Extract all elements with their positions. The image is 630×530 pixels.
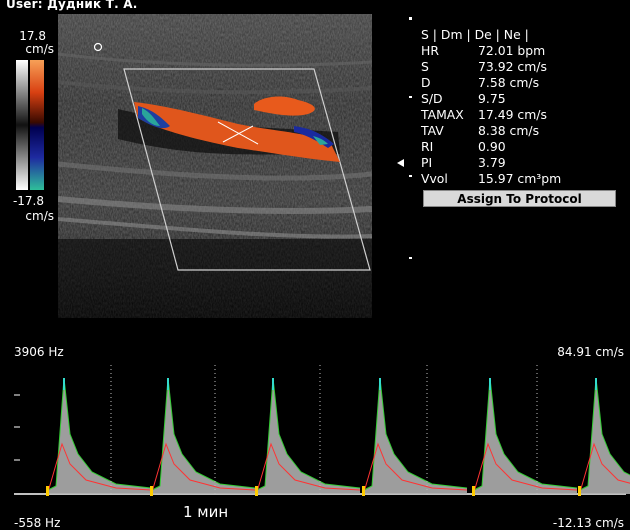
color-scale-bottom: -17.8 xyxy=(12,194,44,208)
pointer-icon xyxy=(397,159,404,167)
measurement-panel: S | Dm | De | Ne | HR 72.01 bpm S 73.92 cm… xyxy=(421,27,626,187)
spectrum-texture xyxy=(580,378,630,494)
meas-row: PI 3.79 xyxy=(421,155,506,170)
velocity-top-label: 84.91 cm/s xyxy=(557,345,624,359)
spectrum-texture xyxy=(474,378,577,494)
color-scale-top: 17.8 xyxy=(19,29,46,43)
prf-top-label: 3906 Hz xyxy=(14,345,64,359)
user-label: User: Дудник Т. А. xyxy=(6,0,138,11)
diastole-marker xyxy=(472,486,475,496)
bmode-image[interactable] xyxy=(58,14,372,318)
meas-row: RI 0.90 xyxy=(421,139,506,154)
diastole-marker xyxy=(255,486,258,496)
diastole-marker xyxy=(150,486,153,496)
meas-row: HR 72.01 bpm xyxy=(421,43,546,58)
color-scale-bottom-unit: cm/s xyxy=(25,209,54,223)
color-map-bar xyxy=(16,60,44,190)
mode-tabs[interactable]: S | Dm | De | Ne | xyxy=(421,27,626,43)
meas-row: S/D 9.75 xyxy=(421,91,506,106)
meas-row: TAMAX 17.49 cm/s xyxy=(421,107,547,122)
spectrum-texture xyxy=(257,378,360,494)
meas-row: D 7.58 cm/s xyxy=(421,75,540,90)
depth-scale xyxy=(409,17,412,259)
velocity-bottom-label: -12.13 cm/s xyxy=(552,516,624,530)
meas-row: Vvol 15.97 cm³pm xyxy=(421,171,562,186)
diastole-marker xyxy=(46,486,49,496)
spectrum-texture xyxy=(364,378,467,494)
diastole-marker xyxy=(362,486,365,496)
spectrum-texture xyxy=(48,378,151,494)
prf-bottom-label: -558 Hz xyxy=(14,516,61,530)
meas-row: TAV 8.38 cm/s xyxy=(421,123,540,138)
assign-to-protocol-button[interactable]: Assign To Protocol xyxy=(423,190,616,207)
spectrum-texture xyxy=(152,378,255,494)
meas-row: S 73.92 cm/s xyxy=(421,59,547,74)
color-scale-top-unit: cm/s xyxy=(25,42,54,56)
diastole-marker xyxy=(578,486,581,496)
doppler-spectrum[interactable] xyxy=(0,360,630,510)
